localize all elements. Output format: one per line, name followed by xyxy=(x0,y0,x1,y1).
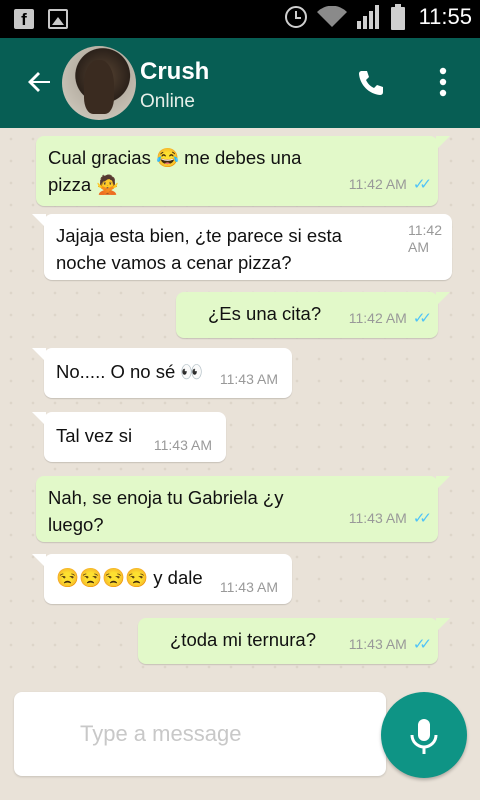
signal-icon xyxy=(356,5,379,29)
status-time: 11:55 xyxy=(418,4,472,29)
double-check-icon: ✓✓ xyxy=(412,310,432,327)
double-check-icon: ✓✓ xyxy=(412,176,432,193)
message-time: 11:43 AM xyxy=(348,510,407,526)
status-bar: f 11:55 xyxy=(0,0,480,38)
phone-icon[interactable] xyxy=(356,68,386,98)
chat-header: Crush Online xyxy=(0,38,480,128)
message-composer[interactable] xyxy=(14,692,386,776)
incoming-message[interactable]: Jajaja esta bien, ¿te parece si esta noc… xyxy=(32,214,452,280)
back-arrow-icon[interactable] xyxy=(24,66,56,98)
message-time: 11:43 AM xyxy=(153,437,212,453)
incoming-message[interactable]: Tal vez si 11:43 AM xyxy=(32,412,226,462)
image-notification-icon xyxy=(48,9,68,29)
chat-area[interactable]: Cual gracias 😂 me debes una pizza 🙅 11:4… xyxy=(0,128,480,680)
microphone-icon xyxy=(410,719,438,754)
mic-button[interactable] xyxy=(381,692,467,778)
message-time: 11:42 AM xyxy=(348,310,407,326)
message-time: 11:42 AM xyxy=(348,176,407,192)
message-text: Nah, se enoja tu Gabriela ¿y luego? xyxy=(48,487,284,535)
incoming-message[interactable]: No..... O no sé 👀 11:43 AM xyxy=(32,348,292,398)
message-time: 11:42 AM xyxy=(408,222,442,255)
more-vert-icon[interactable] xyxy=(438,66,448,98)
battery-icon xyxy=(390,4,405,30)
outgoing-message[interactable]: Nah, se enoja tu Gabriela ¿y luego? 11:4… xyxy=(36,476,450,542)
facebook-notification-icon: f xyxy=(14,9,34,29)
contact-status: Online xyxy=(140,91,195,112)
incoming-message[interactable]: 😒😒😒😒 y dale 11:43 AM xyxy=(32,554,292,604)
message-time: 11:43 AM xyxy=(219,371,278,387)
outgoing-message[interactable]: ¿toda mi ternura? 11:43 AM ✓✓ xyxy=(138,618,450,664)
contact-name[interactable]: Crush xyxy=(140,58,209,86)
message-text: Cual gracias 😂 me debes una pizza 🙅 xyxy=(48,147,302,195)
double-check-icon: ✓✓ xyxy=(412,636,432,653)
outgoing-message[interactable]: ¿Es una cita? 11:42 AM ✓✓ xyxy=(176,292,450,338)
message-time: 11:43 AM xyxy=(219,579,278,595)
avatar[interactable] xyxy=(62,46,136,120)
wifi-icon xyxy=(316,6,347,27)
message-text: Jajaja esta bien, ¿te parece si esta noc… xyxy=(56,225,342,273)
message-input[interactable] xyxy=(80,716,370,752)
message-time: 11:43 AM xyxy=(348,636,407,652)
alarm-icon xyxy=(284,6,307,28)
outgoing-message[interactable]: Cual gracias 😂 me debes una pizza 🙅 11:4… xyxy=(36,136,450,206)
double-check-icon: ✓✓ xyxy=(412,510,432,527)
